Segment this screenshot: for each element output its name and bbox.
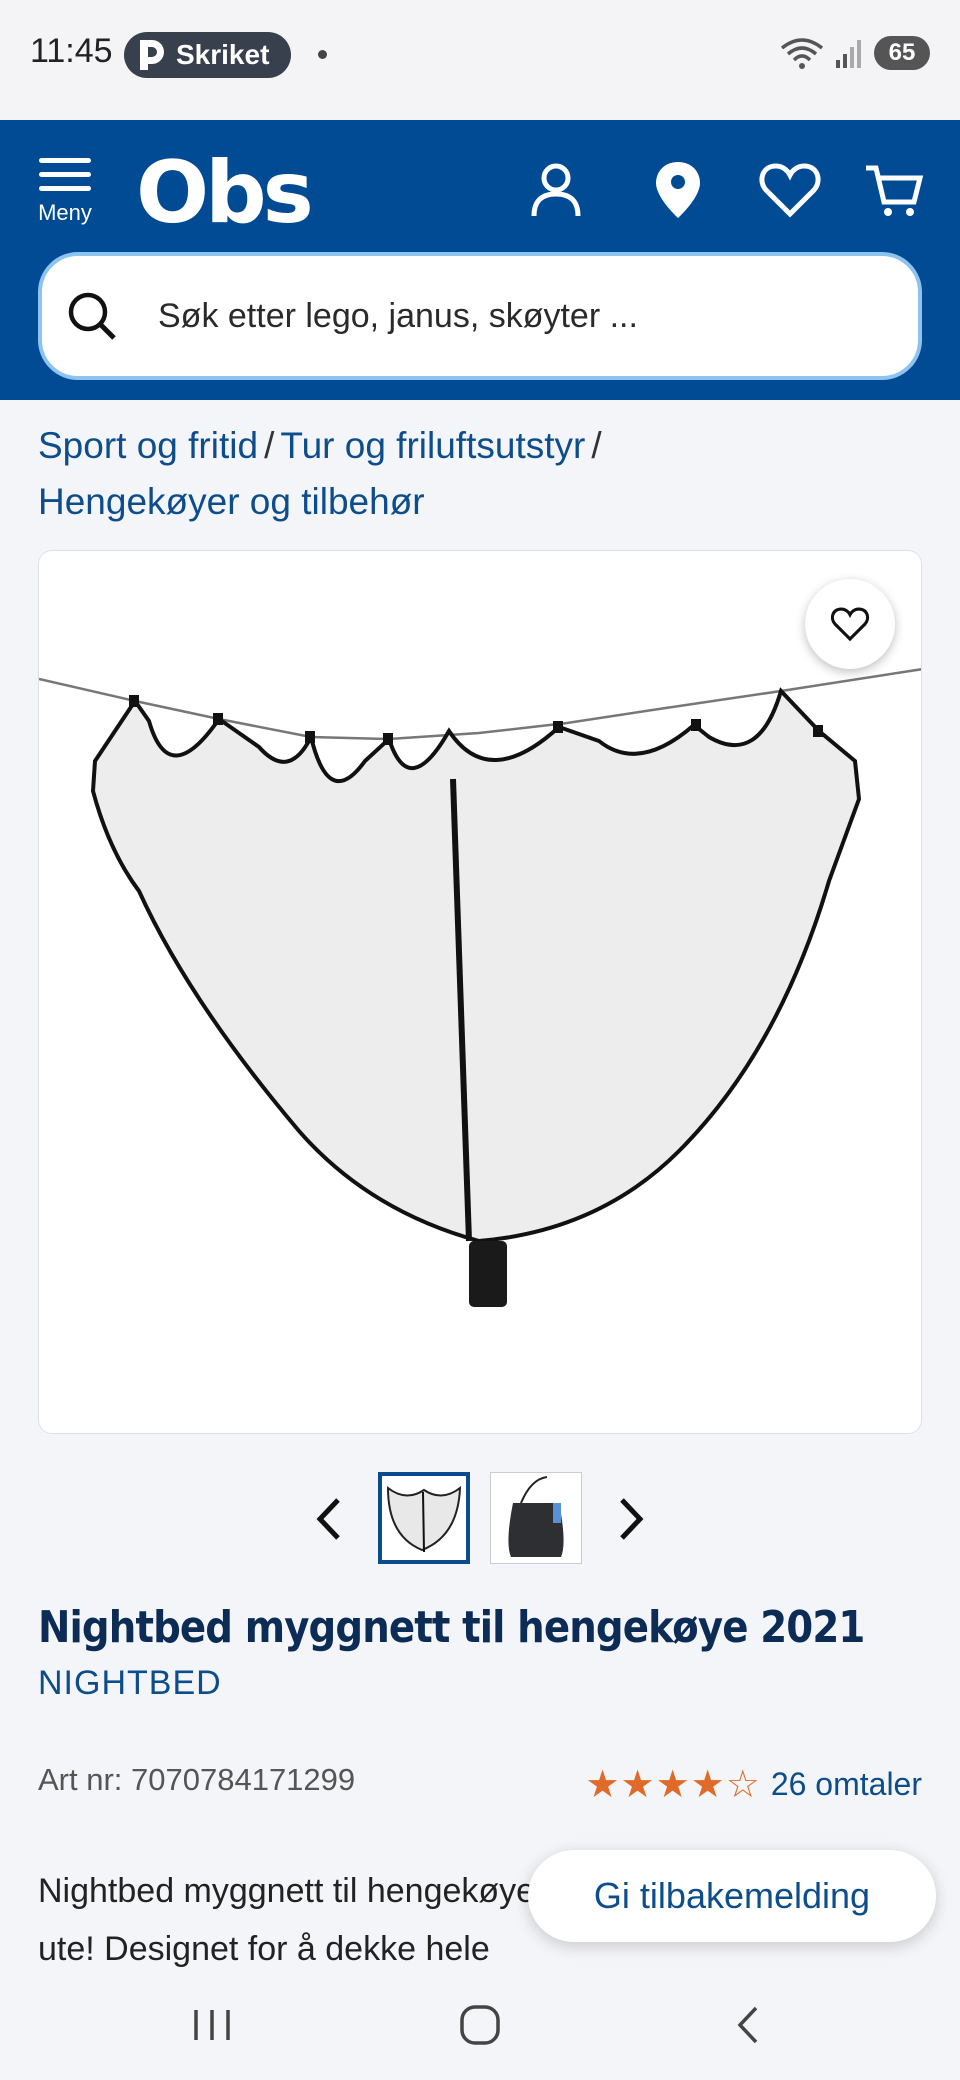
rating-stars: ★★★★☆ xyxy=(585,1764,761,1806)
signal-icon xyxy=(836,40,861,68)
site-header: Meny Obs Søk etter lego, janus, skøyter … xyxy=(0,120,960,400)
product-rating[interactable]: ★★★★☆ 26 omtaler xyxy=(585,1762,922,1807)
cart-icon[interactable] xyxy=(862,158,926,222)
back-icon[interactable] xyxy=(720,2000,780,2050)
chevron-left-icon[interactable] xyxy=(310,1494,350,1544)
menu-label: Meny xyxy=(38,200,92,225)
breadcrumb: Sport og fritid / Tur og friluftsutstyr / H… xyxy=(38,418,918,530)
hamburger-icon xyxy=(39,158,91,192)
chevron-right-icon[interactable] xyxy=(610,1494,650,1544)
heart-outline-icon xyxy=(830,607,870,642)
feedback-button[interactable]: Gi tilbakemelding xyxy=(528,1850,936,1942)
breadcrumb-link-sport[interactable]: Sport og fritid xyxy=(38,425,258,466)
battery-indicator: 65 xyxy=(874,36,930,70)
status-bar: 11:45 Skriket 65 xyxy=(0,0,960,120)
add-to-favorites-button[interactable] xyxy=(805,579,895,669)
breadcrumb-link-tur[interactable]: Tur og friluftsutstyr xyxy=(280,425,585,466)
app-pill-label: Skriket xyxy=(176,39,270,70)
image-thumbnails xyxy=(0,1472,960,1566)
search-icon xyxy=(68,292,116,340)
home-icon[interactable] xyxy=(450,2000,510,2050)
system-nav-bar xyxy=(0,1972,960,2080)
search-placeholder: Søk etter lego, janus, skøyter ... xyxy=(158,296,638,335)
obs-logo[interactable]: Obs xyxy=(136,150,314,236)
thumbnail-net-image xyxy=(386,1485,462,1553)
breadcrumb-separator: / xyxy=(264,425,275,466)
app-notification-pill[interactable]: Skriket xyxy=(124,32,292,78)
account-icon[interactable] xyxy=(524,158,588,222)
breadcrumb-separator: / xyxy=(591,425,602,466)
reviews-link[interactable]: 26 omtaler xyxy=(771,1766,922,1803)
product-brand[interactable]: NIGHTBED xyxy=(38,1664,222,1703)
product-title: Nightbed myggnett til hengekøye 2021 xyxy=(38,1602,865,1653)
thumbnail-1[interactable] xyxy=(378,1472,470,1564)
status-time: 11:45 xyxy=(30,32,113,70)
skriket-app-icon xyxy=(140,40,164,70)
search-input[interactable]: Søk etter lego, janus, skøyter ... xyxy=(38,252,922,380)
thumbnail-bag-image xyxy=(508,1476,564,1557)
thumbnail-2[interactable] xyxy=(490,1472,582,1564)
menu-button[interactable]: Meny xyxy=(30,158,100,226)
heart-icon[interactable] xyxy=(758,158,822,222)
product-image-card[interactable] xyxy=(38,550,922,1434)
location-pin-icon[interactable] xyxy=(646,158,710,222)
product-image xyxy=(39,668,921,1307)
recent-apps-icon[interactable] xyxy=(182,2000,242,2050)
article-number: Art nr: 7070784171299 xyxy=(38,1762,356,1797)
notification-dot xyxy=(318,50,327,59)
status-icons: 65 xyxy=(780,36,930,70)
wifi-icon xyxy=(780,38,824,69)
breadcrumb-link-hengekoyer[interactable]: Hengekøyer og tilbehør xyxy=(38,481,425,522)
